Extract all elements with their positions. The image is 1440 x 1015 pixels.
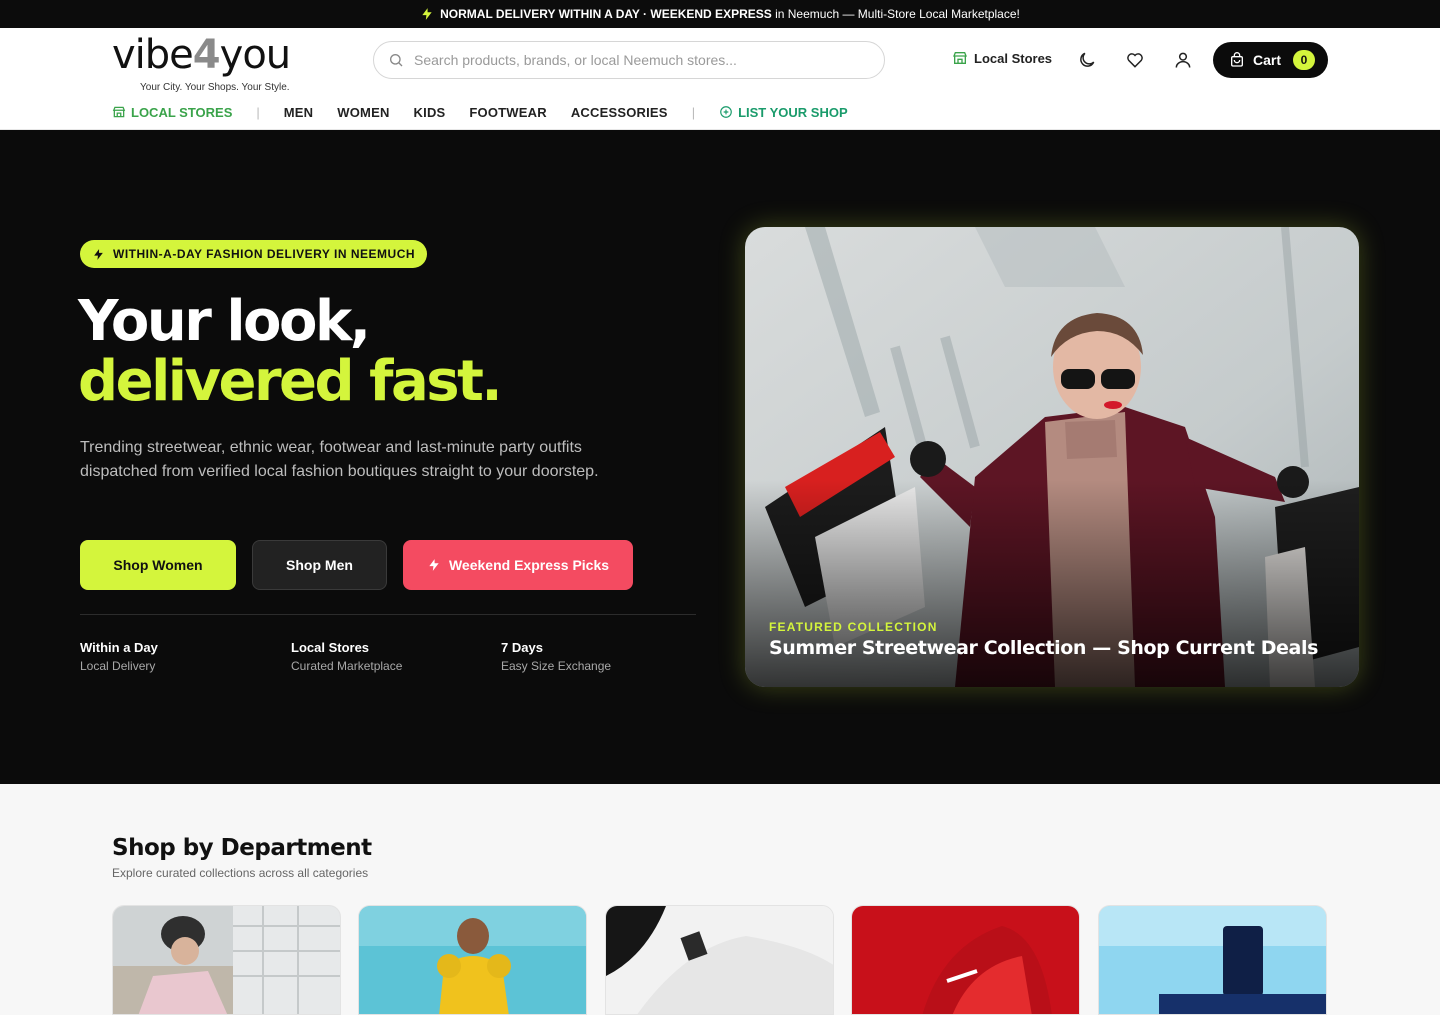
department-image — [852, 906, 1079, 1014]
nav-separator: | — [256, 104, 260, 120]
cart-count-badge: 0 — [1293, 50, 1316, 70]
hero-divider — [80, 614, 696, 615]
departments-subtitle: Explore curated collections across all c… — [112, 866, 369, 880]
weekend-express-label: Weekend Express Picks — [448, 557, 610, 573]
heart-icon — [1127, 53, 1143, 68]
logo-wordmark: vibe4you — [112, 32, 291, 78]
nav-separator: | — [691, 104, 696, 120]
plus-circle-icon — [720, 106, 732, 118]
main-nav: LOCAL STORES | MEN WOMEN KIDS FOOTWEAR A… — [112, 102, 848, 122]
nav-list-shop-label: LIST YOUR SHOP — [738, 104, 848, 120]
hero-title-line2: delivered fast. — [78, 349, 503, 414]
wishlist-button[interactable] — [1122, 47, 1148, 73]
shop-women-button[interactable]: Shop Women — [80, 540, 236, 590]
shop-men-button[interactable]: Shop Men — [252, 540, 387, 590]
nav-local-stores-label: LOCAL STORES — [131, 104, 233, 120]
stat-title: Within a Day — [80, 640, 158, 655]
department-card[interactable] — [112, 905, 341, 1015]
bolt-icon — [429, 559, 439, 571]
featured-collection-card[interactable]: FEATURED COLLECTION Summer Streetwear Co… — [745, 227, 1359, 687]
bolt-icon — [94, 248, 103, 260]
nav-women[interactable]: WOMEN — [337, 105, 389, 120]
logo-part-vibe: vibe — [112, 32, 194, 78]
site-header: vibe4you Your City. Your Shops. Your Sty… — [0, 28, 1440, 130]
announcement-rest: in Neemuch — Multi-Store Local Marketpla… — [771, 7, 1020, 21]
search-icon — [390, 54, 403, 67]
department-image — [113, 906, 340, 1014]
announcement-delivery: NORMAL DELIVERY WITHIN A DAY — [440, 7, 640, 21]
featured-title[interactable]: Summer Streetwear Collection — Shop Curr… — [769, 637, 1318, 659]
theme-toggle-button[interactable] — [1074, 47, 1100, 73]
department-image — [1099, 906, 1326, 1014]
account-button[interactable] — [1170, 47, 1196, 73]
search-bar[interactable] — [373, 41, 885, 79]
stat-subtitle: Local Delivery — [80, 659, 156, 673]
announcement-dot: · — [639, 7, 651, 21]
logo-part-you: you — [219, 32, 291, 78]
department-card[interactable] — [358, 905, 587, 1015]
local-stores-link[interactable]: Local Stores — [952, 50, 1052, 66]
hero-section: WITHIN-A-DAY FASHION DELIVERY IN NEEMUCH… — [0, 130, 1440, 784]
store-icon — [953, 52, 967, 64]
logo-part-four: 4 — [192, 32, 221, 78]
featured-label: FEATURED COLLECTION — [769, 620, 938, 634]
hero-title-line1: Your look, — [78, 289, 371, 354]
department-image — [359, 906, 586, 1014]
hero-badge-label: WITHIN-A-DAY FASHION DELIVERY IN NEEMUCH — [113, 247, 416, 261]
nav-kids[interactable]: KIDS — [414, 105, 446, 120]
search-input[interactable] — [414, 52, 854, 68]
stat-subtitle: Easy Size Exchange — [501, 659, 612, 673]
hero-title: Your look, delivered fast. — [78, 289, 503, 414]
logo[interactable]: vibe4you Your City. Your Shops. Your Sty… — [112, 32, 322, 93]
department-card[interactable] — [1098, 905, 1327, 1015]
user-icon — [1175, 52, 1191, 68]
featured-photo — [745, 227, 1359, 687]
department-card[interactable] — [851, 905, 1080, 1015]
cart-button[interactable]: Cart 0 — [1213, 42, 1328, 78]
stat-title: 7 Days — [501, 640, 543, 655]
weekend-express-button[interactable]: Weekend Express Picks — [403, 540, 633, 590]
stat-stores: Local Stores Curated Marketplace — [291, 640, 402, 673]
nav-list-your-shop[interactable]: LIST YOUR SHOP — [719, 105, 848, 120]
cart-label: Cart — [1253, 52, 1282, 68]
stat-title: Local Stores — [291, 640, 370, 655]
announcement-text: NORMAL DELIVERY WITHIN A DAY · WEEKEND E… — [440, 7, 1020, 21]
department-image — [606, 906, 833, 1014]
bolt-icon — [422, 8, 432, 20]
cart-icon — [1231, 52, 1243, 67]
announcement-bar: NORMAL DELIVERY WITHIN A DAY · WEEKEND E… — [0, 0, 1440, 28]
announcement-express: WEEKEND EXPRESS — [650, 7, 772, 21]
department-card[interactable] — [605, 905, 834, 1015]
nav-accessories[interactable]: ACCESSORIES — [571, 105, 668, 120]
stat-exchange: 7 Days Easy Size Exchange — [501, 640, 611, 673]
departments-title: Shop by Department — [112, 835, 372, 861]
local-stores-label: Local Stores — [974, 50, 1053, 66]
nav-local-stores[interactable]: LOCAL STORES — [112, 105, 232, 120]
logo-tagline: Your City. Your Shops. Your Style. — [140, 82, 290, 93]
hero-badge: WITHIN-A-DAY FASHION DELIVERY IN NEEMUCH — [80, 240, 428, 268]
stat-subtitle: Curated Marketplace — [291, 659, 403, 673]
store-icon — [112, 106, 126, 118]
hero-description: Trending streetwear, ethnic wear, footwe… — [80, 439, 599, 480]
nav-footwear[interactable]: FOOTWEAR — [469, 105, 546, 120]
nav-men[interactable]: MEN — [284, 105, 314, 120]
moon-icon — [1080, 52, 1095, 67]
stat-delivery: Within a Day Local Delivery — [80, 640, 158, 673]
